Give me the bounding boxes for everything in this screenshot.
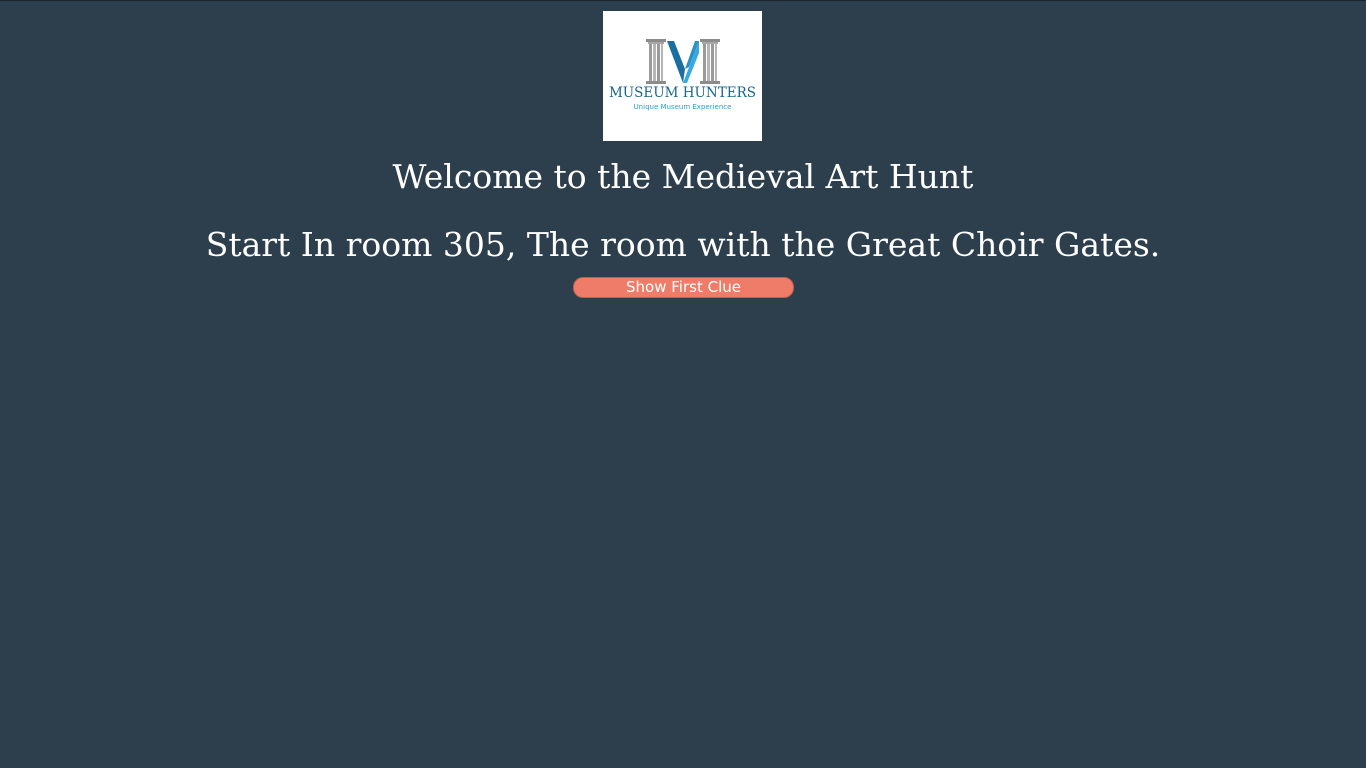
- welcome-heading: Welcome to the Medieval Art Hunt: [392, 157, 974, 196]
- museum-pillars-m-icon: [646, 39, 720, 84]
- show-first-clue-button[interactable]: Show First Clue: [573, 277, 794, 298]
- museum-hunters-logo: MUSEUM HUNTERS Unique Museum Experience: [603, 11, 762, 141]
- start-instruction: Start In room 305, The room with the Gre…: [205, 225, 1161, 264]
- logo-tagline: Unique Museum Experience: [633, 103, 732, 111]
- logo-title: MUSEUM HUNTERS: [608, 85, 757, 101]
